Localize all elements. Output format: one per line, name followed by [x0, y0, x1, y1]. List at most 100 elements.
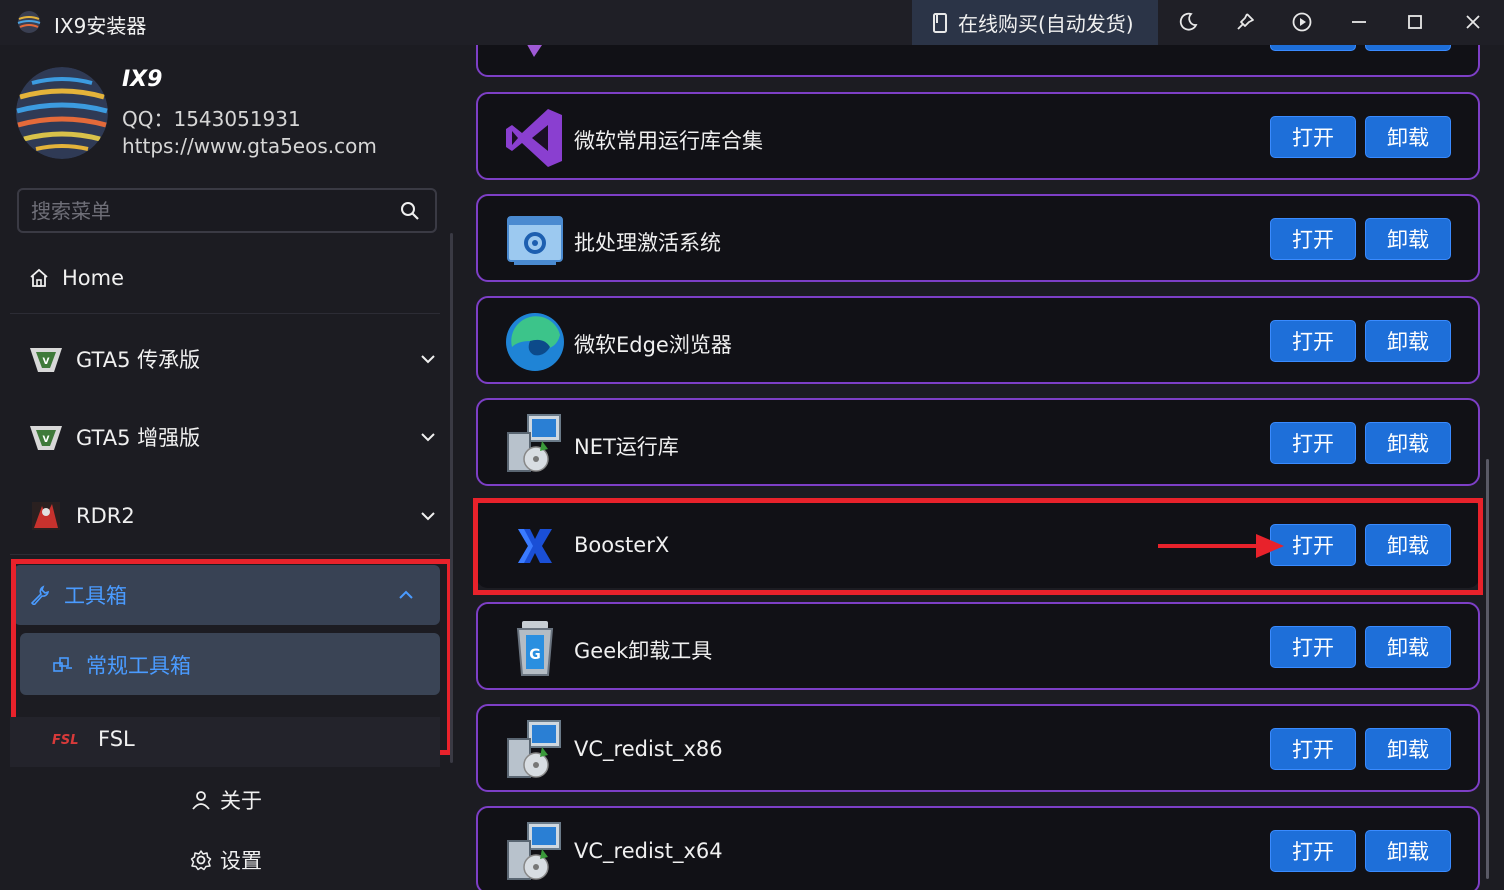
tool-card-partial: [476, 45, 1480, 77]
tool-list: 微软常用运行库合集 打开 卸载 批处理激活系统 打开 卸载 微软Edge浏览器 …: [456, 45, 1504, 890]
search-icon[interactable]: [399, 200, 421, 222]
tool-name: 微软Edge浏览器: [574, 333, 732, 357]
maximize-icon: [1408, 15, 1422, 29]
tool-card-edge: 微软Edge浏览器 打开 卸载: [476, 296, 1480, 384]
fsl-logo-icon: FSL: [52, 733, 79, 747]
tool-name: VC_redist_x64: [574, 839, 723, 863]
tool-name: Geek卸载工具: [574, 639, 713, 663]
minimize-button[interactable]: [1345, 8, 1373, 36]
chevron-down-icon: [421, 355, 435, 364]
uninstall-button[interactable]: 卸载: [1365, 116, 1451, 158]
highlight-box-boosterx: [473, 498, 1483, 595]
open-button[interactable]: 打开: [1270, 830, 1356, 872]
tool-name: 批处理激活系统: [574, 231, 721, 255]
gta5-logo-icon: V: [30, 348, 62, 372]
open-button[interactable]: 打开: [1270, 218, 1356, 260]
open-button[interactable]: 打开: [1270, 422, 1356, 464]
edge-icon: [506, 313, 564, 371]
home-icon: [30, 268, 48, 287]
uninstall-button[interactable]: 卸载: [1365, 218, 1451, 260]
tool-card-geek-uninstaller: G Geek卸载工具 打开 卸载: [476, 602, 1480, 690]
visual-studio-icon: [527, 45, 542, 57]
sidebar-item-gta5-legacy[interactable]: V GTA5 传承版: [28, 341, 458, 377]
sidebar-item-label: GTA5 增强版: [76, 426, 201, 450]
buy-online-label: 在线购买(自动发货): [958, 12, 1134, 36]
uninstall-button[interactable]: [1365, 45, 1451, 51]
sidebar-item-label: GTA5 传承版: [76, 348, 201, 372]
search-box: [17, 188, 437, 233]
settings-label: 设置: [220, 849, 262, 873]
sidebar-item-rdr2[interactable]: RDR2: [28, 496, 458, 536]
user-icon: [192, 791, 210, 810]
chevron-down-icon: [421, 433, 435, 442]
sidebar-item-label: FSL: [98, 727, 135, 751]
installer-icon: [507, 720, 561, 778]
tool-card-vc-redist-x86: VC_redist_x86 打开 卸载: [476, 704, 1480, 792]
user-name: IX9: [122, 67, 163, 92]
batch-gear-icon: [507, 216, 563, 265]
uninstall-button[interactable]: 卸载: [1365, 320, 1451, 362]
divider: [10, 313, 440, 314]
about-button[interactable]: 关于: [190, 783, 390, 817]
visual-studio-icon: [506, 109, 562, 167]
sidebar-scrollbar[interactable]: [450, 233, 453, 763]
sidebar-item-home[interactable]: Home: [28, 261, 458, 295]
tool-card-batch-activation: 批处理激活系统 打开 卸载: [476, 194, 1480, 282]
tool-card-net-runtime: NET运行库 打开 卸载: [476, 398, 1480, 486]
red-arrow-icon: [1158, 534, 1284, 558]
open-button[interactable]: [1270, 45, 1356, 51]
divider: [10, 554, 440, 555]
settings-button[interactable]: 设置: [190, 843, 390, 877]
svg-text:V: V: [43, 435, 50, 445]
open-button[interactable]: 打开: [1270, 116, 1356, 158]
open-button[interactable]: 打开: [1270, 626, 1356, 668]
open-button[interactable]: 打开: [1270, 728, 1356, 770]
svg-text:FSL: FSL: [52, 733, 79, 747]
installer-icon: [507, 822, 561, 880]
title-bar: IX9安装器 在线购买(自动发货): [0, 0, 1504, 45]
user-website[interactable]: https://www.gta5eos.com: [122, 134, 377, 158]
main-scrollbar[interactable]: [1486, 459, 1489, 879]
close-button[interactable]: [1459, 8, 1487, 36]
sidebar-item-fsl[interactable]: FSL FSL: [52, 721, 432, 757]
tool-name: NET运行库: [574, 435, 679, 459]
app-logo-icon: [17, 11, 41, 33]
globe-avatar-icon: [16, 67, 108, 159]
search-input[interactable]: [31, 198, 381, 224]
close-icon: [1466, 15, 1480, 29]
svg-text:G: G: [529, 647, 541, 663]
play-button[interactable]: [1288, 8, 1316, 36]
installer-icon: [507, 414, 561, 472]
tool-card-vc-redist-x64: VC_redist_x64 打开 卸载: [476, 806, 1480, 890]
maximize-button[interactable]: [1401, 8, 1429, 36]
trash-can-icon: G: [516, 621, 554, 676]
tool-name: VC_redist_x86: [574, 737, 723, 761]
theme-toggle-button[interactable]: [1174, 8, 1202, 36]
bookmark-icon: [933, 12, 947, 33]
tool-name: 微软常用运行库合集: [574, 129, 763, 153]
uninstall-button[interactable]: 卸载: [1365, 422, 1451, 464]
sidebar: IX9 QQ：1543051931 https://www.gta5eos.co…: [0, 45, 456, 890]
pin-icon: [1237, 13, 1254, 30]
open-button[interactable]: 打开: [1270, 320, 1356, 362]
minimize-icon: [1352, 21, 1366, 23]
svg-text:V: V: [43, 357, 50, 367]
uninstall-button[interactable]: 卸载: [1365, 626, 1451, 668]
buy-online-button[interactable]: 在线购买(自动发货): [912, 0, 1158, 45]
sidebar-item-gta5-enhanced[interactable]: V GTA5 增强版: [28, 419, 458, 455]
uninstall-button[interactable]: 卸载: [1365, 830, 1451, 872]
app-title: IX9安装器: [54, 14, 147, 38]
gta5-logo-icon: V: [30, 426, 62, 450]
play-icon: [1292, 12, 1312, 32]
chevron-down-icon: [421, 512, 435, 521]
rdr2-icon: [32, 502, 60, 530]
pin-button[interactable]: [1231, 8, 1259, 36]
uninstall-button[interactable]: 卸载: [1365, 728, 1451, 770]
sidebar-item-label: Home: [62, 266, 125, 290]
user-qq: QQ：1543051931: [122, 107, 301, 131]
sidebar-item-label: RDR2: [76, 504, 135, 528]
avatar: [16, 67, 108, 159]
about-label: 关于: [220, 789, 262, 813]
tool-card-ms-runtime: 微软常用运行库合集 打开 卸载: [476, 92, 1480, 180]
moon-icon: [1179, 12, 1198, 31]
